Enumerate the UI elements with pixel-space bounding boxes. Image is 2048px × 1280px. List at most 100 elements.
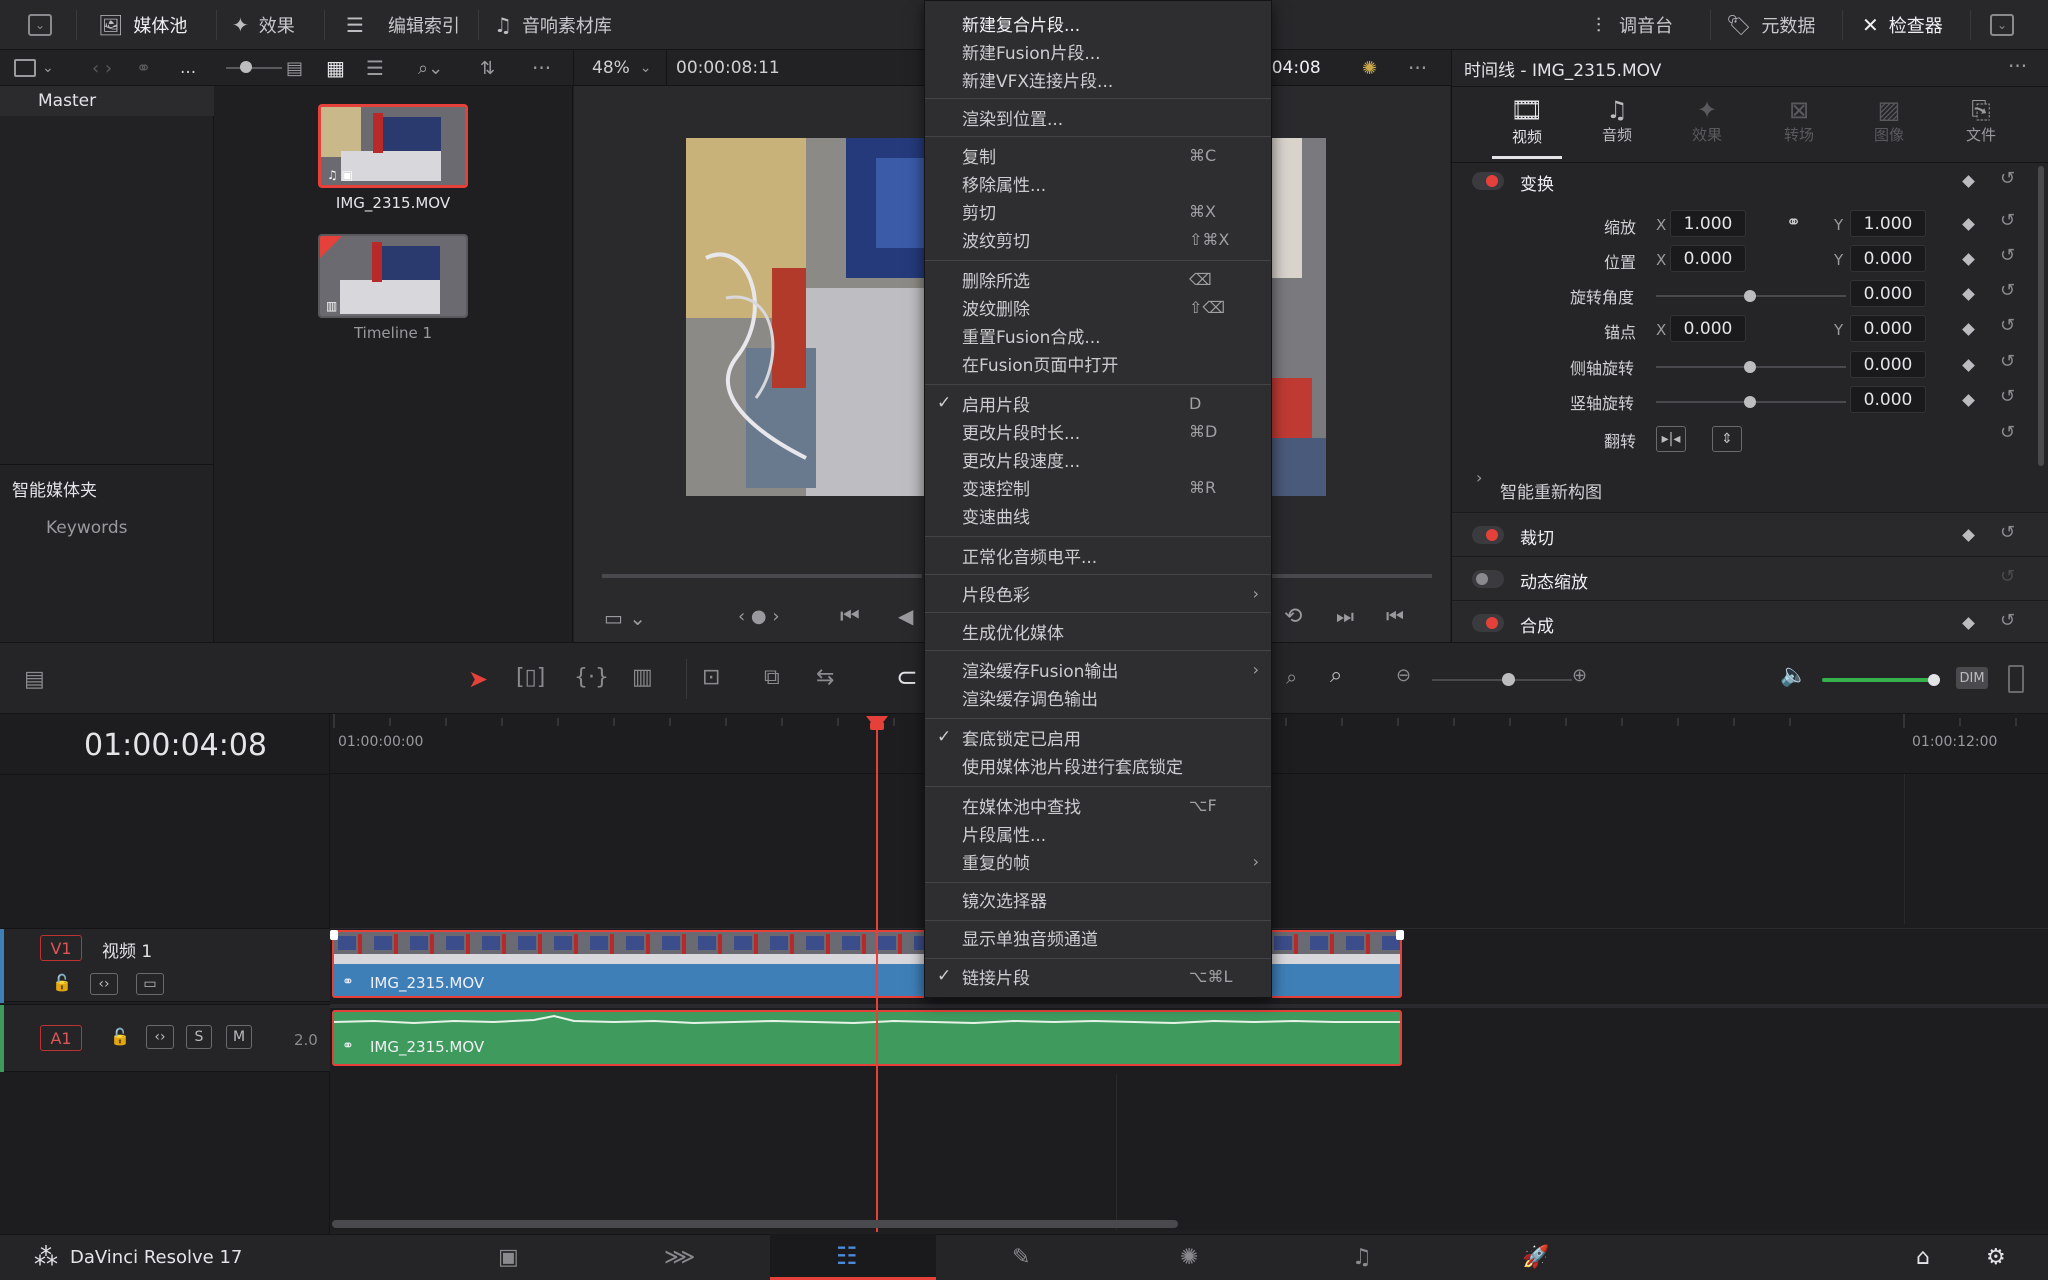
keyframe-icon[interactable] (1962, 529, 1975, 542)
edit-index-button[interactable]: ☰ 编辑索引 (346, 0, 460, 50)
menu-item-ripple-delete[interactable]: 波纹删除 ⇧⌫ (925, 293, 1271, 321)
menu-item-cut[interactable]: 剪切 ⌘X (925, 197, 1271, 225)
lock-icon[interactable]: 🔓 (52, 973, 72, 992)
crop-toggle[interactable] (1472, 526, 1504, 544)
replace-clip-icon[interactable]: ⇆ (816, 665, 834, 690)
cut-page-icon[interactable]: ⋙ (664, 1234, 695, 1280)
menu-item-delete-selected[interactable]: 删除所选 ⌫ (925, 265, 1271, 293)
rotation-slider-knob[interactable] (1744, 290, 1756, 302)
viewer-zoom[interactable]: 48% ⌄ (592, 50, 652, 86)
clip-trim-handle-left[interactable] (330, 930, 338, 940)
media-page-icon[interactable]: ▣ (498, 1234, 519, 1280)
pitch-field[interactable]: 0.000 (1850, 351, 1926, 378)
zoom-y-field[interactable]: 1.000 (1850, 210, 1926, 237)
inspector-scrollbar[interactable] (2038, 166, 2044, 466)
menu-item-ripple-cut[interactable]: 波纹剪切 ⇧⌘X (925, 225, 1271, 253)
menu-item-copy[interactable]: 复制 ⌘C (925, 141, 1271, 169)
keyframe-icon[interactable] (1962, 288, 1975, 301)
pointer-tool-icon[interactable]: ➤ (468, 665, 488, 693)
list-view-icon[interactable]: ☰ (366, 50, 384, 86)
timeline-scrollbar[interactable] (332, 1220, 1178, 1228)
thumb-size-slider[interactable] (226, 67, 282, 69)
gear-icon[interactable]: ⚙ (1986, 1234, 2006, 1280)
reset-icon[interactable]: ↺ (2000, 168, 2015, 189)
clip-thumbnail[interactable]: ♫ ▣ (318, 104, 468, 188)
media-pool-button[interactable]: 🖼 媒体池 (98, 0, 187, 50)
keyframe-icon[interactable] (1962, 218, 1975, 231)
mixer-button[interactable]: ⫶ 调音台 (1596, 0, 1673, 50)
more-icon[interactable]: ··· (532, 50, 551, 86)
home-icon[interactable]: ⌂ (1916, 1234, 1930, 1280)
reset-icon[interactable]: ↺ (2000, 422, 2015, 443)
menu-item-show-audio-channels[interactable]: 显示单独音频通道 (925, 923, 1271, 951)
clip-trim-handle-right[interactable] (1396, 930, 1404, 940)
video-track-name[interactable]: 视频 1 (102, 937, 152, 962)
reset-icon[interactable]: ↺ (2000, 210, 2015, 231)
audio-meter-icon[interactable] (2008, 665, 2024, 693)
reset-icon[interactable]: ↺ (2000, 245, 2015, 266)
scrub-bar-right[interactable] (1272, 574, 1432, 578)
anchor-x-field[interactable]: 0.000 (1670, 315, 1746, 342)
metadata-button[interactable]: 🏷 元数据 (1726, 0, 1815, 50)
menu-item-clip-color[interactable]: 片段色彩 › (925, 579, 1271, 607)
flip-vertical-button[interactable]: ⇕ (1712, 426, 1742, 452)
tab-audio[interactable]: ♫ 音频 (1582, 96, 1652, 145)
solo-button[interactable]: S (186, 1025, 212, 1049)
edit-page-tab[interactable]: ☷ (770, 1234, 936, 1280)
menu-item-link-clips[interactable]: ✓ 链接片段 ⌥⌘L (925, 962, 1271, 990)
yaw-slider-knob[interactable] (1744, 396, 1756, 408)
keyframe-icon[interactable] (1962, 253, 1975, 266)
menu-item-change-clip-duration[interactable]: 更改片段时长... ⌘D (925, 417, 1271, 445)
smart-reframe-header[interactable]: 智能重新构图 (1500, 478, 1602, 503)
menu-item-new-compound-clip[interactable]: 新建复合片段... (925, 9, 1271, 37)
link-icon[interactable]: ⚭ (136, 50, 151, 86)
keyframe-icon[interactable] (1962, 394, 1975, 407)
trim-tool-icon[interactable]: [▯] (516, 665, 545, 690)
menu-item-normalize-audio[interactable]: 正常化音频电平... (925, 541, 1271, 569)
menu-item-retime-controls[interactable]: 变速控制 ⌘R (925, 473, 1271, 501)
panel-menu-button[interactable]: ⌄ (1990, 0, 2014, 50)
menu-item-duplicate-frames[interactable]: 重复的帧 › (925, 847, 1271, 875)
crop-section[interactable]: 裁切 ↺ (1452, 512, 2048, 556)
reset-icon[interactable]: ↺ (2000, 522, 2015, 543)
menu-item-take-selector[interactable]: 镜次选择器 (925, 885, 1271, 913)
link-icon[interactable]: ⚭ (1786, 212, 1801, 233)
dim-button[interactable]: DIM (1956, 667, 1988, 689)
sort-icon[interactable]: ⇅ (480, 50, 495, 86)
position-y-field[interactable]: 0.000 (1850, 245, 1926, 272)
keyframe-icon[interactable] (1962, 617, 1975, 630)
fairlight-page-icon[interactable]: ♫ (1352, 1234, 1372, 1280)
zoom-out-icon[interactable]: ⊖ (1396, 665, 1411, 686)
menu-item-new-vfx-connect-clip[interactable]: 新建VFX连接片段... (925, 65, 1271, 93)
blade-tool-icon[interactable]: ▥ (632, 665, 653, 690)
menu-item-open-in-fusion[interactable]: 在Fusion页面中打开 (925, 349, 1271, 377)
track-label-a1[interactable]: A1 (40, 1025, 82, 1051)
track-label-v1[interactable]: V1 (40, 935, 82, 961)
nav-back-forward[interactable]: ‹ › (92, 50, 112, 86)
dynamic-zoom-section[interactable]: 动态缩放 ↺ (1452, 556, 2048, 600)
more-options[interactable]: ... (180, 50, 196, 86)
metadata-view-icon[interactable]: ▤ (286, 50, 303, 86)
chevron-right-icon[interactable]: › (1476, 468, 1482, 487)
reset-icon[interactable]: ↺ (2000, 566, 2015, 587)
sound-library-button[interactable]: ♫ 音响素材库 (494, 0, 612, 50)
keyframe-icon[interactable] (1962, 359, 1975, 372)
tab-video[interactable]: 🎞 视频 (1492, 96, 1562, 147)
playhead-line[interactable] (876, 728, 878, 1232)
pitch-slider-knob[interactable] (1744, 361, 1756, 373)
keyframe-icon[interactable] (1962, 323, 1975, 336)
dynamic-zoom-toggle[interactable] (1472, 570, 1504, 588)
play-reverse-icon[interactable]: ◀ (898, 604, 913, 628)
reset-icon[interactable]: ↺ (2000, 280, 2015, 301)
timeline-zoom-knob[interactable] (1502, 673, 1515, 686)
reset-icon[interactable]: ↺ (2000, 351, 2015, 372)
tab-effects[interactable]: ✦ 效果 (1672, 96, 1742, 145)
insert-clip-icon[interactable]: ⊡ (702, 665, 720, 690)
effects-button[interactable]: ✦ 效果 (232, 0, 295, 50)
audio-clip[interactable]: ⚭ IMG_2315.MOV (332, 1010, 1402, 1066)
flip-horizontal-button[interactable]: ▸|◂ (1656, 426, 1686, 452)
prev-frame-icon[interactable]: ⏮ (1386, 604, 1404, 628)
deliver-page-icon[interactable]: 🚀 (1522, 1234, 1549, 1280)
reset-icon[interactable]: ↺ (2000, 315, 2015, 336)
menu-item-clip-attributes[interactable]: 片段属性... (925, 819, 1271, 847)
